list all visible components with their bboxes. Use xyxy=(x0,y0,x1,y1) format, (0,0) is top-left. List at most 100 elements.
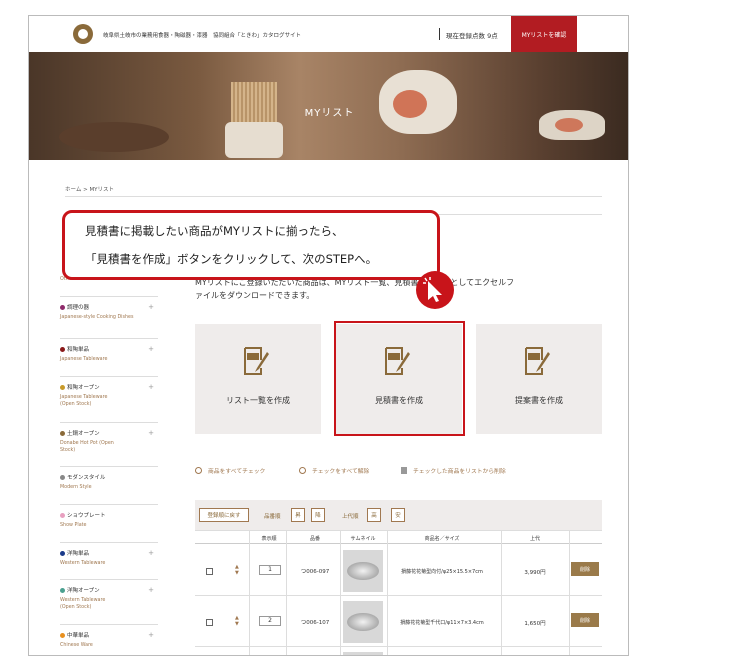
column-divider xyxy=(387,530,388,655)
card-label: 提案書を作成 xyxy=(515,396,563,405)
logo-icon[interactable] xyxy=(73,24,93,44)
sidebar-item-label: 和陶単品 xyxy=(67,347,90,353)
delete-checked-link[interactable]: チェックした商品をリストから削除 xyxy=(401,466,506,475)
column-header: 表示順 xyxy=(261,536,277,542)
sidebar-item-en: Western Tableware xyxy=(60,561,106,566)
sidebar-item-label: ショウプレート xyxy=(67,513,106,519)
expand-plus-icon[interactable]: + xyxy=(148,631,154,639)
sidebar-item-modern-style[interactable]: モダンスタイル Modern Style xyxy=(60,466,158,491)
callout-line: 見積書に掲載したい商品がMYリストに揃ったら、 xyxy=(85,224,344,238)
highlight-frame xyxy=(334,321,465,436)
category-dot-icon xyxy=(60,384,65,390)
header-divider xyxy=(439,28,440,40)
sidebar-item-label: 洋陶単品 xyxy=(67,551,90,557)
move-down-icon[interactable]: ▼ xyxy=(235,570,239,576)
instruction-callout: 見積書に掲載したい商品がMYリストに揃ったら、 「見積書を作成」ボタンをクリック… xyxy=(62,210,440,280)
document-pen-icon xyxy=(525,347,550,375)
expand-plus-icon[interactable]: + xyxy=(148,345,154,353)
sort-bar: 登録順に戻す 品番順 昇 降 上代順 高 安 xyxy=(195,500,602,530)
card-label: リスト一覧を作成 xyxy=(226,396,290,405)
order-input[interactable]: 1 xyxy=(259,565,281,575)
sort-price-high-button[interactable]: 高 xyxy=(367,508,381,522)
reorder-arrows[interactable]: ▲ ▼ xyxy=(235,564,239,576)
column-header: 品番 xyxy=(309,536,320,542)
sidebar-item-en: Western Tableware (Open Stock) xyxy=(60,598,106,610)
expand-plus-icon[interactable]: + xyxy=(148,586,154,594)
row-checkbox[interactable] xyxy=(206,568,213,575)
action-label: チェックをすべて解除 xyxy=(312,469,370,475)
table-row xyxy=(195,648,602,655)
create-proposal-button[interactable]: 提案書を作成 xyxy=(476,324,602,434)
sidebar-item-en: Chinese Ware xyxy=(60,643,93,648)
registered-count: 現在登録点数 9点 xyxy=(446,32,498,40)
trash-icon xyxy=(401,467,407,474)
product-thumbnail xyxy=(343,550,383,592)
category-dot-icon xyxy=(60,474,65,480)
expand-plus-icon[interactable]: + xyxy=(148,549,154,557)
column-divider xyxy=(569,530,570,655)
reorder-arrows[interactable]: ▲ ▼ xyxy=(235,615,239,627)
click-badge xyxy=(416,271,454,309)
reset-order-button[interactable]: 登録順に戻す xyxy=(199,508,249,522)
category-dot-icon xyxy=(60,587,65,593)
order-input[interactable]: 2 xyxy=(259,616,281,626)
intro-line: ァイルをダウンロードできます。 xyxy=(195,291,315,300)
sort-code-desc-button[interactable]: 降 xyxy=(311,508,325,522)
sidebar-item-en: Japanese Tableware (Open Stock) xyxy=(60,395,108,407)
table-header: 表示順 品番 サムネイル 商品名／サイズ 上代 xyxy=(195,530,602,544)
expand-plus-icon[interactable]: + xyxy=(148,429,154,437)
category-dot-icon xyxy=(60,550,65,556)
circle-icon xyxy=(195,467,202,474)
sidebar-item-show-plate[interactable]: ショウプレート Show Plate xyxy=(60,504,158,529)
sidebar-item-en: Japanese-style Cooking Dishes xyxy=(60,315,134,320)
sidebar-item-label: 和陶オープン xyxy=(67,385,100,391)
check-all-link[interactable]: 商品をすべてチェック xyxy=(195,466,265,475)
create-list-button[interactable]: リスト一覧を作成 xyxy=(195,324,321,434)
category-dot-icon xyxy=(60,430,65,436)
product-thumbnail xyxy=(343,652,383,655)
sidebar-item-western-tableware[interactable]: 洋陶単品 Western Tableware + xyxy=(60,542,158,567)
uncheck-all-link[interactable]: チェックをすべて解除 xyxy=(299,466,369,475)
table-row: ▲ ▼ 1 つ006-097 損藤花花菊型向付/φ25×15.5×7cm 3,99… xyxy=(195,546,602,596)
expand-plus-icon[interactable]: + xyxy=(148,383,154,391)
site-header: 岐阜県土岐市の業務用食器・陶磁器・漆器 協同組合「ときわ」カタログサイト 現在登… xyxy=(29,16,628,54)
move-down-icon[interactable]: ▼ xyxy=(235,621,239,627)
sidebar-item-label: モダンスタイル xyxy=(67,475,106,481)
column-divider xyxy=(286,530,287,655)
sidebar-item-western-open[interactable]: 洋陶オープン Western Tableware (Open Stock) + xyxy=(60,579,158,611)
breadcrumb[interactable]: ホーム > MYリスト xyxy=(65,185,114,193)
delete-button[interactable]: 削除 xyxy=(571,613,599,627)
product-code: つ006-107 xyxy=(300,620,330,626)
sidebar-item-label: 洋陶オープン xyxy=(67,588,100,594)
table-row: ▲ ▼ 2 つ006-107 損藤花花菊型千代口/φ11×7×3.4cm 1,65… xyxy=(195,597,602,647)
row-checkbox[interactable] xyxy=(206,619,213,626)
category-dot-icon xyxy=(60,512,65,518)
circle-icon xyxy=(299,467,306,474)
sidebar-item-japanese-open[interactable]: 和陶オープン Japanese Tableware (Open Stock) + xyxy=(60,376,158,408)
sidebar-item-cooking[interactable]: 調理の器 Japanese-style Cooking Dishes + xyxy=(60,296,158,321)
dish-image xyxy=(59,122,169,152)
sidebar-item-en: Modern Style xyxy=(60,485,92,490)
product-thumbnail xyxy=(343,601,383,643)
mylist-confirm-button[interactable]: MYリストを確認 xyxy=(511,16,577,52)
hero-banner: MYリスト xyxy=(29,52,628,160)
product-price: 3,990円 xyxy=(524,570,546,576)
delete-button[interactable]: 削除 xyxy=(571,562,599,576)
sidebar-item-label: 中華単品 xyxy=(67,633,90,639)
sort-price-low-button[interactable]: 安 xyxy=(391,508,405,522)
action-label: チェックした商品をリストから削除 xyxy=(413,469,506,475)
sidebar-item-japanese-tableware[interactable]: 和陶単品 Japanese Tableware + xyxy=(60,338,158,363)
sidebar-item-chinese[interactable]: 中華単品 Chinese Ware + xyxy=(60,624,158,649)
product-price: 1,650円 xyxy=(524,621,546,627)
sidebar-item-donabe-open[interactable]: 土鍋オープン Donabe Hot Pot (Open Stock) + xyxy=(60,422,158,454)
divider xyxy=(65,196,602,197)
page-frame: 岐阜県土岐市の業務用食器・陶磁器・漆器 協同組合「ときわ」カタログサイト 現在登… xyxy=(28,15,629,656)
column-divider xyxy=(249,530,250,655)
sidebar-item-en: Show Plate xyxy=(60,523,87,528)
product-name[interactable]: 損藤花花菊型向付/φ25×15.5×7cm xyxy=(387,568,497,575)
expand-plus-icon[interactable]: + xyxy=(148,303,154,311)
site-name: 岐阜県土岐市の業務用食器・陶磁器・漆器 協同組合「ときわ」カタログサイト xyxy=(103,33,302,39)
cursor-arrow-icon xyxy=(423,277,442,302)
sort-code-asc-button[interactable]: 昇 xyxy=(291,508,305,522)
product-name[interactable]: 損藤花花菊型千代口/φ11×7×3.4cm xyxy=(387,619,497,626)
